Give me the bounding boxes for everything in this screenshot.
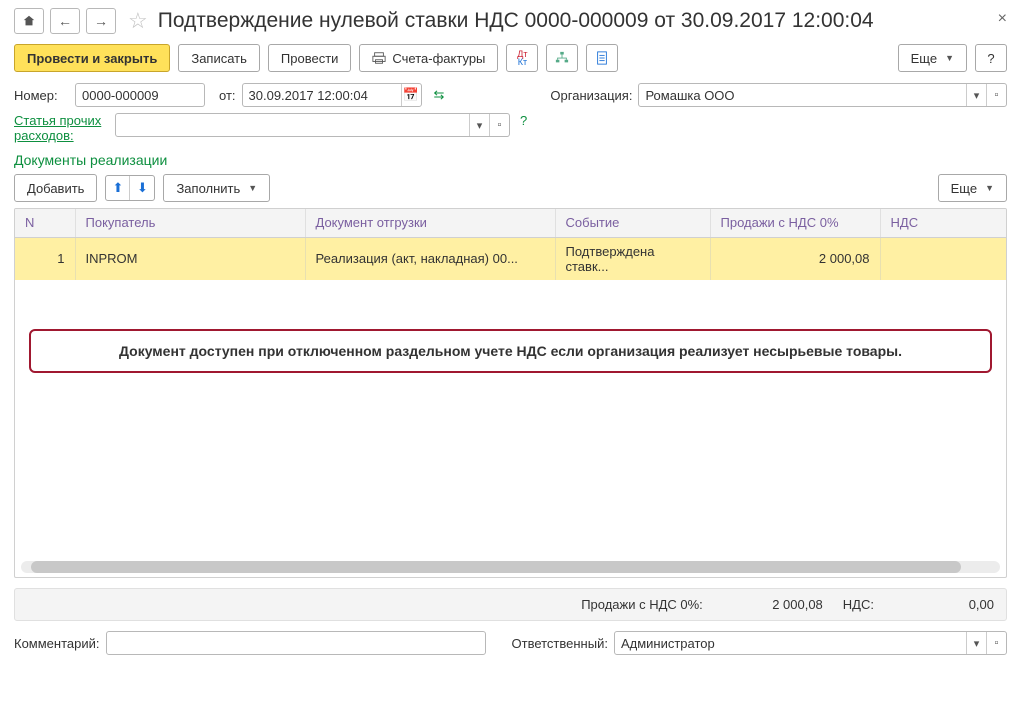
totals-sales-label: Продажи с НДС 0%:	[581, 597, 703, 612]
arrow-left-icon: ←	[58, 13, 72, 29]
section-title: Документы реализации	[0, 146, 1021, 170]
help-hint-icon[interactable]: ?	[520, 113, 527, 128]
structure-button[interactable]	[546, 44, 578, 72]
cell-n: 1	[15, 237, 75, 280]
cell-shipment: Реализация (акт, накладная) 00...	[305, 237, 555, 280]
totals-vat-label: НДС:	[843, 597, 874, 612]
grid-container: N Покупатель Документ отгрузки Событие П…	[14, 208, 1007, 578]
responsible-label: Ответственный:	[512, 636, 608, 651]
open-icon[interactable]: ▫	[986, 632, 1006, 654]
back-button[interactable]: ←	[50, 8, 80, 34]
org-label: Организация:	[550, 88, 632, 103]
totals-bar: Продажи с НДС 0%: 2 000,08 НДС: 0,00	[14, 588, 1007, 621]
number-label: Номер:	[14, 88, 69, 103]
col-vat[interactable]: НДС	[880, 209, 1006, 237]
cell-event: Подтверждена ставк...	[555, 237, 710, 280]
tree-icon	[555, 51, 569, 65]
table-row[interactable]: 1 INPROM Реализация (акт, накладная) 00.…	[15, 237, 1006, 280]
horizontal-scrollbar[interactable]	[21, 561, 1000, 573]
table-more-button[interactable]: Еще▼	[938, 174, 1007, 202]
col-n[interactable]: N	[15, 209, 75, 237]
home-icon	[22, 14, 36, 28]
report-button[interactable]	[586, 44, 618, 72]
chevron-down-icon: ▼	[945, 53, 954, 63]
fill-button[interactable]: Заполнить▼	[163, 174, 270, 202]
refresh-icon[interactable]: ⇆	[434, 87, 445, 103]
expense-input[interactable]: ▾ ▫	[115, 113, 510, 137]
add-row-button[interactable]: Добавить	[14, 174, 97, 202]
cell-sales0: 2 000,08	[710, 237, 880, 280]
cell-vat	[880, 237, 1006, 280]
dropdown-icon[interactable]: ▾	[469, 114, 489, 136]
number-input[interactable]: 0000-000009	[75, 83, 205, 107]
dropdown-icon[interactable]: ▾	[966, 632, 986, 654]
page-title: Подтверждение нулевой ставки НДС 0000-00…	[158, 9, 874, 33]
totals-vat-value: 0,00	[894, 597, 994, 612]
move-down-button[interactable]: ⬇	[130, 176, 154, 200]
help-button[interactable]: ?	[975, 44, 1007, 72]
cell-buyer: INPROM	[75, 237, 305, 280]
document-icon	[595, 51, 609, 65]
dtkt-icon: ДтКт	[517, 50, 527, 66]
post-button[interactable]: Провести	[268, 44, 352, 72]
move-rows: ⬆ ⬇	[105, 175, 155, 201]
open-icon[interactable]: ▫	[986, 84, 1006, 106]
info-banner: Документ доступен при отключенном раздел…	[29, 329, 992, 373]
more-button[interactable]: Еще▼	[898, 44, 967, 72]
responsible-input[interactable]: Администратор ▾ ▫	[614, 631, 1007, 655]
home-button[interactable]	[14, 8, 44, 34]
col-buyer[interactable]: Покупатель	[75, 209, 305, 237]
col-event[interactable]: Событие	[555, 209, 710, 237]
favorite-star-icon[interactable]: ☆	[128, 8, 148, 34]
printer-icon	[372, 51, 386, 65]
org-input[interactable]: Ромашка ООО ▾ ▫	[638, 83, 1007, 107]
move-up-button[interactable]: ⬆	[106, 176, 130, 200]
open-icon[interactable]: ▫	[489, 114, 509, 136]
dtkt-button[interactable]: ДтКт	[506, 44, 538, 72]
date-input[interactable]: 30.09.2017 12:00:04 📅	[242, 83, 422, 107]
expense-label[interactable]: Статья прочих расходов:	[14, 113, 109, 143]
chevron-down-icon: ▼	[985, 183, 994, 193]
documents-table[interactable]: N Покупатель Документ отгрузки Событие П…	[15, 209, 1006, 280]
col-shipment[interactable]: Документ отгрузки	[305, 209, 555, 237]
chevron-down-icon: ▼	[248, 183, 257, 193]
table-header-row: N Покупатель Документ отгрузки Событие П…	[15, 209, 1006, 237]
calendar-icon[interactable]: 📅	[401, 84, 421, 106]
date-label: от:	[219, 88, 236, 103]
dropdown-icon[interactable]: ▾	[966, 84, 986, 106]
save-button[interactable]: Записать	[178, 44, 260, 72]
forward-button[interactable]: →	[86, 8, 116, 34]
totals-sales-value: 2 000,08	[723, 597, 823, 612]
post-and-close-button[interactable]: Провести и закрыть	[14, 44, 170, 72]
comment-input[interactable]	[106, 631, 486, 655]
col-sales0[interactable]: Продажи с НДС 0%	[710, 209, 880, 237]
comment-label: Комментарий:	[14, 636, 100, 651]
close-icon[interactable]: ×	[998, 10, 1007, 28]
invoices-button[interactable]: Счета-фактуры	[359, 44, 498, 72]
arrow-right-icon: →	[94, 13, 108, 29]
